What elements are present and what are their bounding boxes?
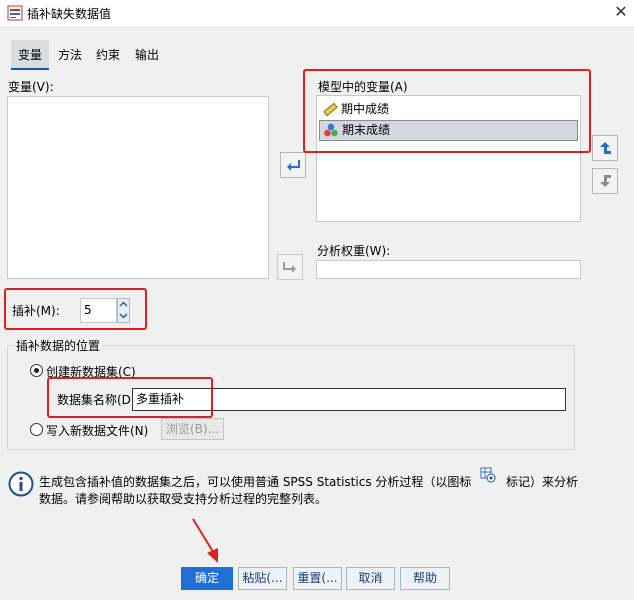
arrow-up-icon	[600, 142, 611, 154]
analysis-weight-label: 分析权重(W):	[317, 244, 391, 258]
location-group-label: 插补数据的位置	[14, 337, 103, 354]
arrow-right-icon	[283, 262, 296, 273]
arrow-left-icon	[287, 160, 300, 171]
info-icon	[8, 471, 34, 500]
write-file-label[interactable]: 写入新数据文件(N)	[46, 422, 148, 439]
window-title: 插补缺失数据值	[27, 7, 112, 21]
tab-constraints[interactable]: 约束	[90, 40, 126, 70]
reset-button[interactable]: 重置(...	[293, 567, 342, 590]
highlight-box-model	[303, 69, 591, 153]
close-icon[interactable]: ✕	[611, 2, 631, 22]
analysis-weight-field[interactable]	[316, 260, 581, 279]
ok-button[interactable]: 确定	[181, 567, 233, 590]
info-text-line1-end: 标记）来分析	[506, 475, 579, 489]
cancel-button[interactable]: 取消	[346, 567, 395, 590]
annotation-arrow-icon	[192, 518, 218, 563]
tab-variables[interactable]: 变量	[11, 40, 49, 70]
highlight-box-dataset-name	[47, 377, 213, 418]
tab-method[interactable]: 方法	[54, 40, 86, 70]
move-right-button[interactable]	[280, 152, 306, 178]
highlight-box-imputations	[4, 288, 147, 330]
variables-label: 变量(V):	[8, 80, 54, 94]
app-icon	[7, 5, 23, 21]
arrow-down-icon	[600, 175, 611, 187]
create-new-radio[interactable]	[30, 364, 43, 377]
help-button[interactable]: 帮助	[400, 567, 450, 590]
imputation-marker-icon	[480, 467, 496, 486]
move-weight-button[interactable]	[277, 254, 303, 280]
variables-list[interactable]	[7, 96, 269, 279]
paste-button[interactable]: 粘贴(...	[238, 567, 287, 590]
write-file-radio[interactable]	[30, 423, 43, 436]
info-text-line1: 生成包含插补值的数据集之后，可以使用普通 SPSS Statistics 分析过…	[39, 475, 472, 489]
move-down-button[interactable]	[592, 168, 618, 194]
browse-button[interactable]: 浏览(B)...	[161, 418, 224, 440]
info-text-line2: 数据。请参阅帮助以获取受支持分析过程的完整列表。	[39, 492, 328, 506]
tab-output[interactable]: 输出	[129, 40, 165, 70]
move-up-button[interactable]	[592, 135, 618, 161]
